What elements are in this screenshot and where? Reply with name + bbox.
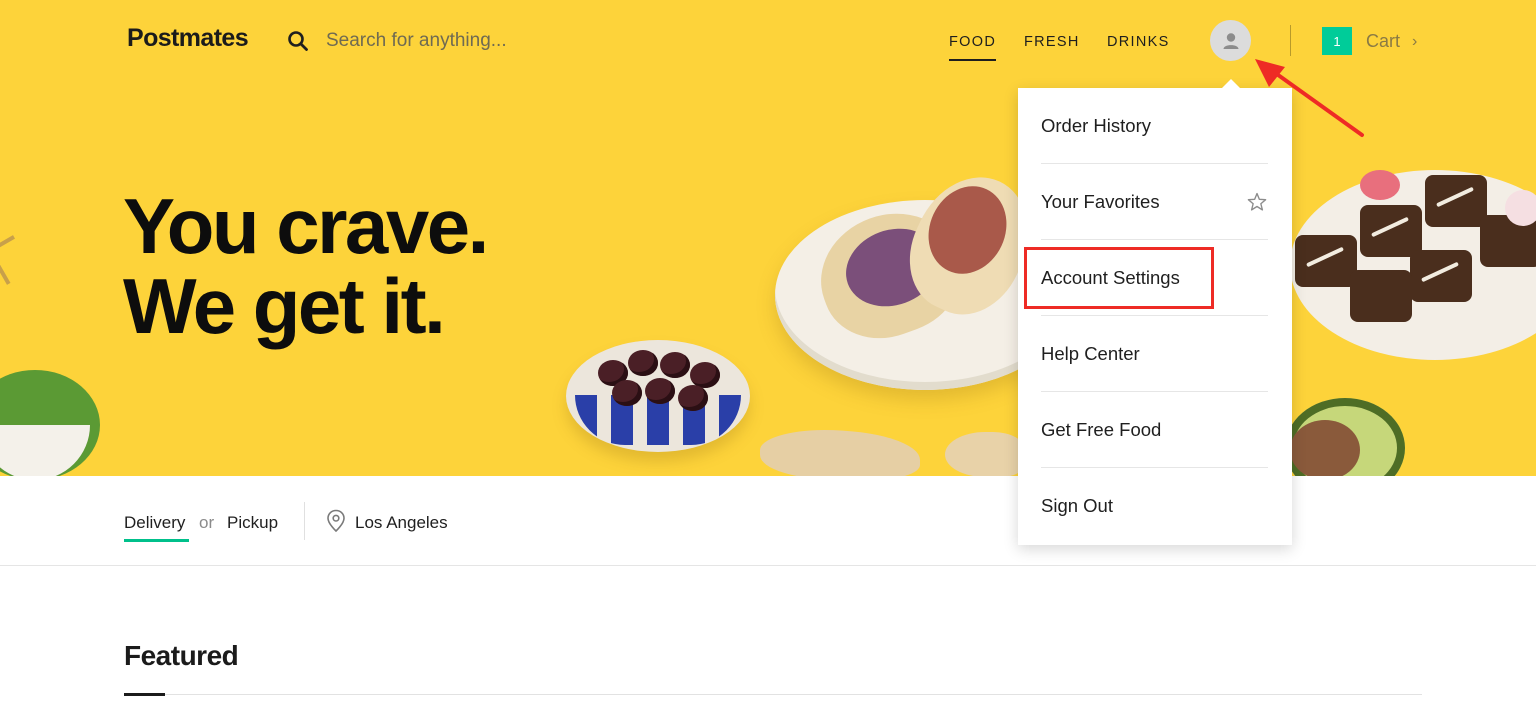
- avocado-pit-image: [1290, 420, 1360, 476]
- account-dropdown-menu: Order History Your Favorites Account Set…: [1018, 88, 1292, 545]
- postmates-logo[interactable]: Postmates: [127, 24, 249, 53]
- pita-image: [945, 432, 1025, 476]
- menu-item-label: Your Favorites: [1041, 190, 1160, 212]
- search-input[interactable]: [326, 26, 646, 56]
- bar-divider: [304, 502, 305, 540]
- search-icon[interactable]: [287, 30, 309, 52]
- pita-image: [760, 430, 920, 476]
- location-selector[interactable]: Los Angeles: [355, 513, 448, 533]
- user-icon: [1223, 32, 1238, 49]
- chopsticks-image: [0, 235, 33, 285]
- menu-item-get-free-food[interactable]: Get Free Food: [1041, 392, 1268, 468]
- menu-item-label: Get Free Food: [1041, 418, 1162, 440]
- pickup-mode-tab[interactable]: Pickup: [227, 513, 278, 533]
- falafel-image: [1360, 205, 1422, 257]
- nav-food-link[interactable]: FOOD: [949, 34, 997, 61]
- falafel-image: [1410, 250, 1472, 302]
- section-divider: [124, 694, 1422, 695]
- menu-item-account-settings[interactable]: Account Settings: [1041, 240, 1268, 316]
- olive-image: [612, 380, 642, 406]
- edamame-bowl-image: [0, 425, 90, 476]
- menu-item-label: Order History: [1041, 114, 1151, 136]
- mode-separator-text: or: [199, 513, 215, 532]
- featured-section-title: Featured: [124, 640, 239, 671]
- chevron-right-icon: ›: [1412, 33, 1418, 50]
- nav-drinks-link[interactable]: DRINKS: [1107, 34, 1170, 50]
- active-tab-underline: [124, 539, 189, 542]
- menu-item-label: Help Center: [1041, 342, 1140, 364]
- menu-item-sign-out[interactable]: Sign Out: [1041, 468, 1268, 544]
- radish-image: [1505, 190, 1536, 226]
- menu-item-order-history[interactable]: Order History: [1041, 88, 1268, 164]
- headline-line: We get it.: [123, 262, 446, 350]
- menu-item-label: Account Settings: [1041, 266, 1180, 288]
- cart-count-badge[interactable]: 1: [1322, 27, 1352, 55]
- header-divider: [1290, 25, 1291, 56]
- menu-item-help-center[interactable]: Help Center: [1041, 316, 1268, 392]
- radish-image: [1360, 170, 1400, 200]
- delivery-mode-tab[interactable]: Delivery: [124, 513, 185, 533]
- annotation-arrow-icon: [1255, 59, 1364, 137]
- olive-image: [645, 378, 675, 404]
- olive-image: [660, 352, 690, 378]
- olive-image: [678, 385, 708, 411]
- falafel-image: [1295, 235, 1357, 287]
- hero-headline: You crave. We get it.: [123, 182, 489, 350]
- dropdown-caret: [1221, 79, 1241, 89]
- menu-item-your-favorites[interactable]: Your Favorites: [1041, 164, 1268, 240]
- menu-item-label: Sign Out: [1041, 495, 1113, 516]
- nav-fresh-link[interactable]: FRESH: [1024, 34, 1080, 50]
- delivery-options-bar: Delivery or Pickup Los Angeles: [0, 476, 1536, 566]
- section-title-underline: [124, 693, 165, 696]
- falafel-image: [1425, 175, 1487, 227]
- olive-image: [628, 350, 658, 376]
- cart-button[interactable]: Cart: [1366, 31, 1400, 52]
- location-pin-icon: [327, 509, 345, 533]
- star-icon: [1247, 192, 1267, 211]
- falafel-image: [1350, 270, 1412, 322]
- headline-line: You crave.: [123, 182, 489, 270]
